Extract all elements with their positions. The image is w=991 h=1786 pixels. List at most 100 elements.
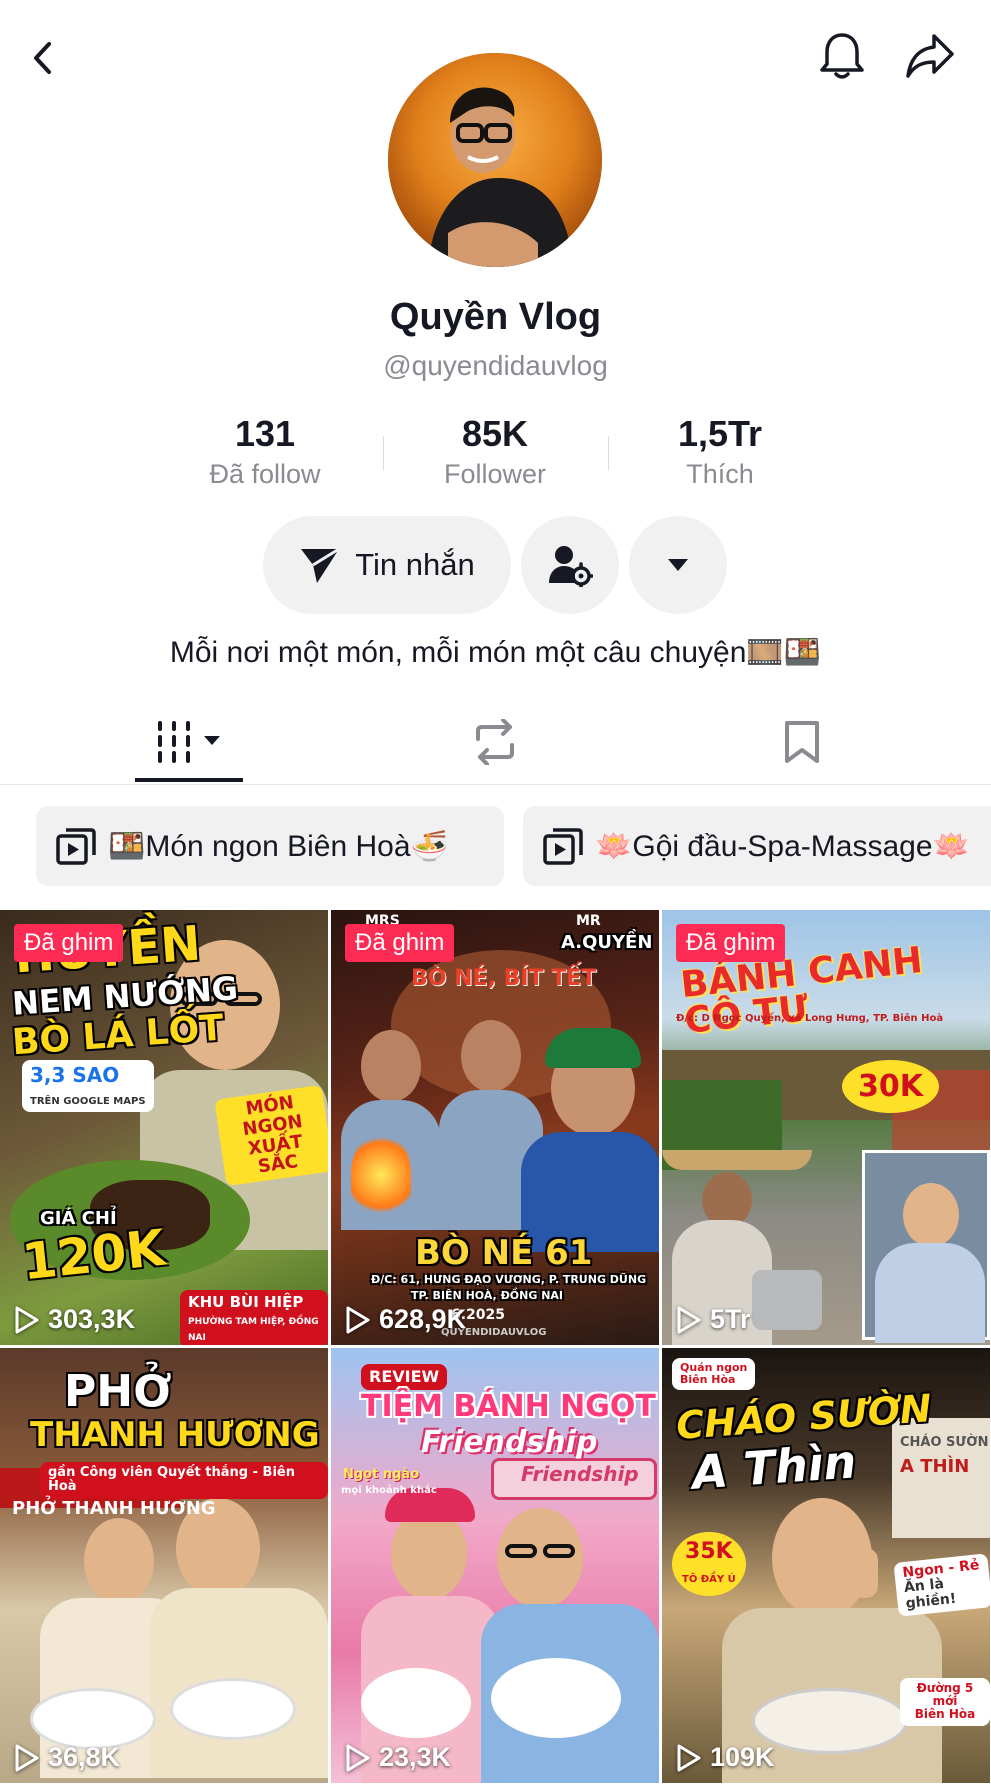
video-grid: HUYỀN NEM NƯỚNG BÒ LÁ LỐT 3,3 SAO TRÊN G…	[0, 910, 991, 1786]
donut-plate	[491, 1658, 621, 1738]
sticker: 35K TÔ ĐẦY Ú	[672, 1532, 746, 1597]
sticker: Đường 5 mới Biên Hòa	[900, 1678, 990, 1726]
sticker: Ngon - Rẻ Ăn là ghiền!	[893, 1553, 990, 1617]
grid-icon	[158, 721, 220, 763]
sticker: gần Công viên Quyết thắng - Biên Hoà	[40, 1462, 328, 1499]
sticker-text: 35K	[685, 1539, 733, 1564]
stat-likes[interactable]: 1,5Tr Thích	[610, 412, 830, 492]
more-button[interactable]	[629, 516, 727, 614]
video-thumbnail[interactable]: REVIEW TIỆM BÁNH NGỌT Friendship Ngọt ng…	[331, 1348, 659, 1783]
pho-bowl	[170, 1678, 296, 1740]
sticker-text: PHƯỜNG TAM HIỆP, ĐỒNG NAI	[188, 1316, 319, 1344]
sticker: MÓN NGON XUẤT SẮC	[214, 1084, 328, 1187]
user-settings-button[interactable]	[521, 516, 619, 614]
overlay-line: A THÌN	[900, 1456, 970, 1477]
view-count-value: 36,8K	[48, 1742, 121, 1772]
view-count: 628,9K	[345, 1304, 466, 1335]
sticker: 3,3 SAO TRÊN GOOGLE MAPS	[22, 1060, 154, 1112]
playlist-label: 🪷Gội đầu-Spa-Massage🪷	[595, 829, 970, 863]
content-tabs	[0, 700, 991, 785]
person-figure	[361, 1030, 421, 1102]
stat-label: Đã follow	[209, 459, 321, 489]
overlay-line: THANH HƯƠNG	[30, 1415, 320, 1455]
profile-bio: Mỗi nơi một món, mỗi món một câu chuyện🎞…	[169, 636, 822, 669]
tab-reposts[interactable]	[445, 700, 545, 784]
stat-following[interactable]: 131 Đã follow	[155, 412, 375, 492]
playlist-item[interactable]: 🪷Gội đầu-Spa-Massage🪷	[523, 806, 991, 886]
sticker-text: TÔ ĐẦY Ú	[682, 1574, 736, 1586]
overlay-line: Ngọt ngào	[343, 1467, 420, 1482]
overlay-line: Đ/C: 61, HƯNG ĐẠO VƯƠNG, P. TRUNG DŨNG	[371, 1273, 647, 1286]
profile-handle: @quyendidauvlog	[383, 350, 608, 381]
view-count-value: 109K	[710, 1742, 775, 1772]
send-icon	[301, 547, 341, 583]
sticker: Quán ngon Biên Hòa	[672, 1358, 756, 1391]
overlay-line: Friendship	[421, 1425, 598, 1460]
back-icon	[34, 42, 51, 74]
sticker-text: Biên Hòa	[914, 1707, 976, 1722]
tab-saved[interactable]	[752, 700, 852, 784]
profile-name: Quyền Vlog	[389, 296, 602, 338]
avatar-photo	[388, 53, 602, 267]
tab-videos[interactable]	[135, 700, 243, 784]
sticker-text: Đường 5 mới	[916, 1681, 974, 1709]
play-icon	[15, 1744, 39, 1771]
share-button[interactable]	[898, 24, 962, 88]
profile-stats: 131 Đã follow 85K Follower 1,5Tr Thích	[155, 412, 835, 492]
person-figure	[461, 1020, 521, 1092]
video-thumbnail[interactable]: HUYỀN NEM NƯỚNG BÒ LÁ LỐT 3,3 SAO TRÊN G…	[0, 910, 328, 1345]
view-count-value: 303,3K	[48, 1304, 136, 1334]
share-icon	[906, 34, 954, 78]
stat-label: Thích	[686, 459, 754, 489]
overlay-line: A.QUYỀN	[561, 932, 653, 953]
stat-divider	[383, 436, 384, 470]
playlist-row: 🍱Món ngon Biên Hoà🍜 🪷Gội đầu-Spa-Massage…	[36, 806, 991, 886]
view-count-value: 628,9K	[379, 1304, 467, 1334]
playlist-item[interactable]: 🍱Món ngon Biên Hoà🍜	[36, 806, 504, 886]
overlay-line: MR	[576, 913, 601, 929]
conical-hat	[662, 1150, 812, 1170]
overlay-line: TP. BIÊN HOÀ, ĐỒNG NAI	[411, 1289, 564, 1302]
sticker-text: Quán ngon	[680, 1361, 748, 1374]
sticker-text: Ăn là ghiền!	[903, 1576, 957, 1612]
video-thumbnail[interactable]: Quán ngon Biên Hòa CHÁO SƯỜN A Thìn CHÁO…	[662, 1348, 990, 1783]
pinned-badge: Đã ghim	[676, 924, 786, 962]
video-thumbnail[interactable]: MRS MR A.QUYỀN BÒ NÉ, BÍT TẾT BÒ NÉ 61 Đ…	[331, 910, 659, 1345]
inset-photo	[862, 1150, 990, 1343]
message-button[interactable]: Tin nhắn	[263, 516, 511, 614]
active-tab-indicator	[135, 778, 243, 782]
person-figure	[903, 1183, 959, 1247]
sticker-text: XUẤT SẮC	[246, 1130, 304, 1178]
thumbs-up	[852, 1548, 878, 1598]
sticker-text: TRÊN GOOGLE MAPS	[30, 1096, 146, 1107]
green-hat	[545, 1028, 641, 1068]
stat-followers[interactable]: 85K Follower	[385, 412, 605, 492]
stat-value: 85K	[461, 413, 529, 454]
overlay-line: TIỆM BÁNH NGỌT	[361, 1389, 656, 1424]
glasses	[505, 1544, 537, 1558]
view-count-value: 5Tr	[710, 1304, 751, 1334]
avatar[interactable]	[388, 53, 602, 267]
bookmark-icon	[785, 721, 819, 763]
video-thumbnail[interactable]: BÁNH CANH CÔ TƯ Đ/c: D Ngọc Quyến, xã Lo…	[662, 910, 990, 1345]
profile-screen: Quyền Vlog @quyendidauvlog 131 Đã follow…	[0, 0, 991, 1786]
view-count-value: 23,3K	[379, 1742, 452, 1772]
pinned-badge: Đã ghim	[14, 924, 124, 962]
back-button[interactable]	[12, 26, 76, 90]
view-count: 5Tr	[676, 1304, 751, 1335]
notification-button[interactable]	[810, 24, 874, 88]
play-icon	[346, 1306, 370, 1333]
overlay-line: A Thìn	[690, 1434, 858, 1500]
sticker-text: KHU BÙI HIỆP	[188, 1293, 304, 1311]
person-shirt	[875, 1243, 985, 1343]
overlay-line: Đ/c: D Ngọc Quyến, xã Long Hưng, TP. Biê…	[676, 1013, 944, 1024]
play-icon	[15, 1306, 39, 1333]
video-thumbnail[interactable]: PHỞ THANH HƯƠNG gần Công viên Quyết thắn…	[0, 1348, 328, 1783]
playlist-label: 🍱Món ngon Biên Hoà🍜	[108, 829, 448, 863]
view-count: 303,3K	[14, 1304, 135, 1335]
flame	[351, 1130, 411, 1220]
view-count: 23,3K	[345, 1742, 451, 1773]
sticker: REVIEW	[361, 1364, 448, 1390]
person-figure	[84, 1518, 154, 1604]
caret-down-icon	[668, 559, 688, 571]
